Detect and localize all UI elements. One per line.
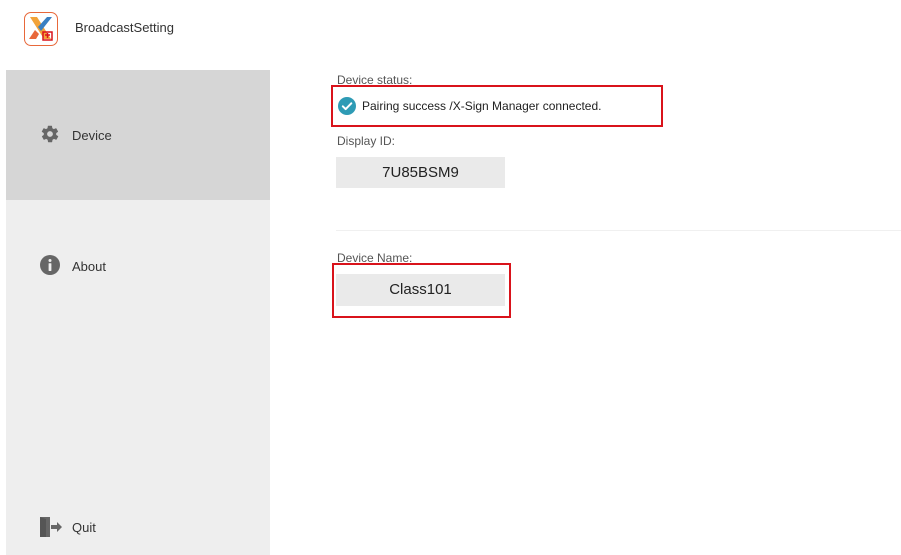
quit-button[interactable]: Quit <box>6 508 270 548</box>
device-status-highlight: Pairing success /X-Sign Manager connecte… <box>331 85 663 127</box>
info-icon <box>40 255 60 275</box>
device-name-field[interactable]: Class101 <box>336 274 505 306</box>
sidebar-item-label: Device <box>72 128 112 143</box>
sidebar-item-label: About <box>72 259 106 274</box>
display-id-value: 7U85BSM9 <box>336 157 505 188</box>
sidebar: Device About Quit <box>6 70 270 555</box>
sidebar-item-device[interactable]: Device <box>6 70 270 200</box>
x-sign-logo-icon <box>24 12 58 46</box>
device-name-highlight: Class101 <box>332 263 511 318</box>
device-status-text: Pairing success /X-Sign Manager connecte… <box>362 99 602 113</box>
display-id-label: Display ID: <box>337 134 396 148</box>
quit-label: Quit <box>72 520 96 535</box>
section-divider <box>336 230 901 231</box>
app-title: BroadcastSetting <box>75 20 175 35</box>
exit-icon <box>39 516 63 538</box>
check-circle-icon <box>338 97 356 115</box>
app-header: BroadcastSetting <box>0 0 901 62</box>
gear-icon <box>40 124 60 144</box>
sidebar-item-about[interactable]: About <box>6 200 270 330</box>
